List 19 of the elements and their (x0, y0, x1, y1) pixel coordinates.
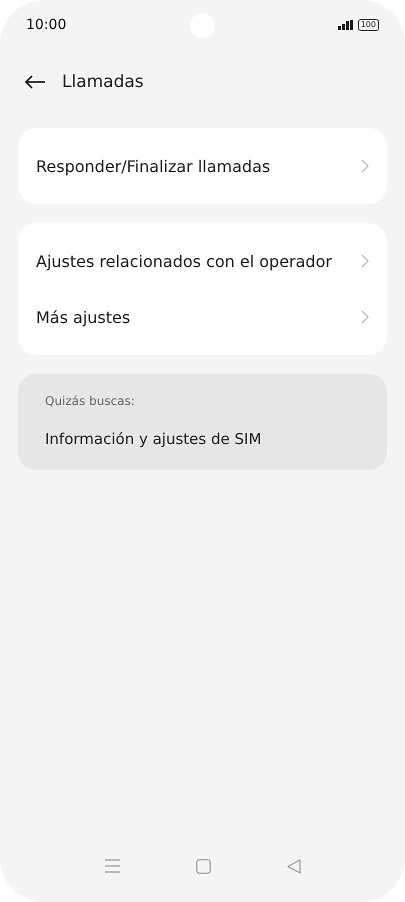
back-triangle-icon[interactable] (286, 858, 300, 874)
page-title: Llamadas (62, 72, 144, 92)
chevron-right-icon (361, 159, 369, 173)
signal-icon (338, 20, 354, 30)
back-arrow-icon[interactable] (24, 74, 46, 90)
chevron-right-icon (361, 254, 369, 268)
chevron-right-icon (361, 310, 369, 324)
row-label: Ajustes relacionados con el operador (36, 252, 332, 270)
row-label: Responder/Finalizar llamadas (36, 156, 270, 176)
status-time: 10:00 (26, 17, 66, 33)
battery-indicator: 100 (358, 19, 379, 31)
suggestion-link[interactable]: Información y ajustes de SIM (45, 430, 360, 448)
home-square-icon[interactable] (196, 858, 210, 874)
menu-icon[interactable] (104, 859, 120, 873)
settings-row[interactable]: Responder/Finalizar llamadas (18, 138, 387, 194)
row-label: Más ajustes (36, 308, 130, 326)
suggestion-heading: Quizás buscas: (45, 394, 136, 408)
settings-row[interactable]: Ajustes relacionados con el operador (18, 233, 387, 289)
settings-row[interactable]: Más ajustes (18, 289, 387, 345)
